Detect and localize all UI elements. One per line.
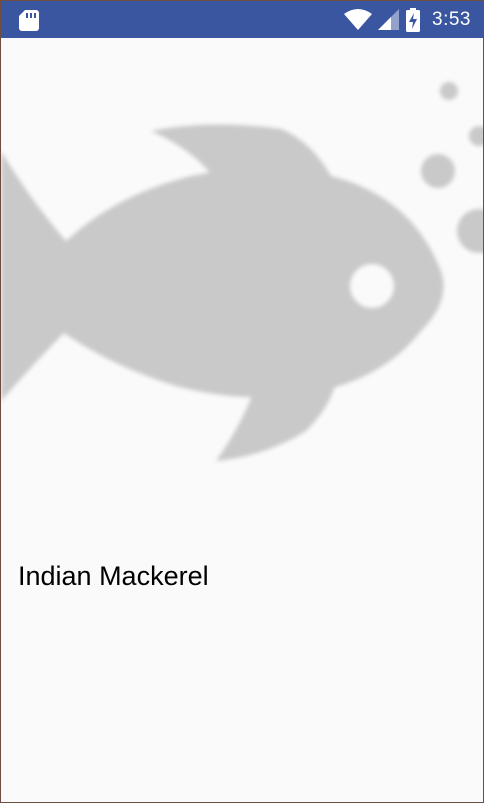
fish-name-label: Indian Mackerel	[18, 561, 209, 591]
battery-charging-icon	[406, 7, 421, 32]
wifi-icon	[344, 8, 373, 30]
fish-eye	[350, 264, 394, 308]
cell-signal-icon	[378, 8, 400, 30]
sd-card-icon	[19, 10, 39, 31]
app-screen: 3:53 Indian Mackerel	[0, 0, 484, 803]
fish-image	[1, 61, 483, 481]
fish-icon	[1, 82, 483, 461]
status-bar: 3:53	[1, 1, 483, 38]
status-time: 3:53	[432, 8, 471, 30]
